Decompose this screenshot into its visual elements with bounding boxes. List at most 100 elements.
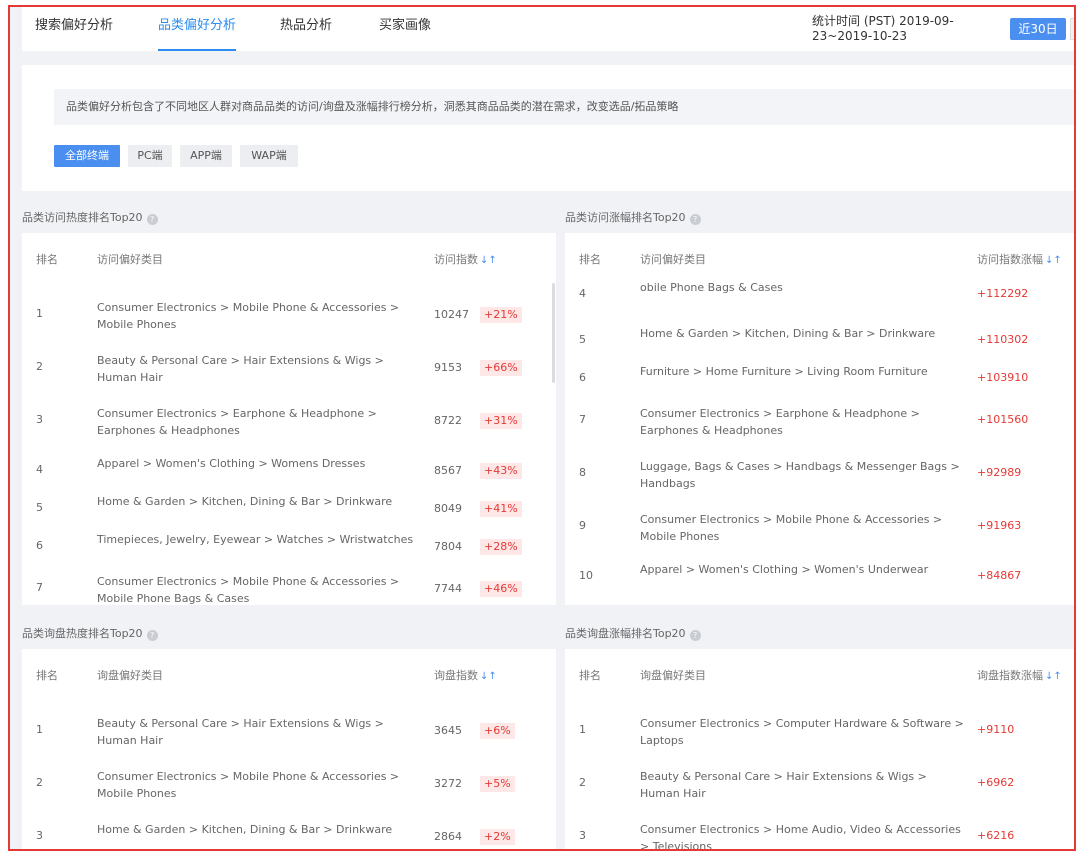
range-30d-button[interactable]: 近30日 <box>1010 18 1066 40</box>
col-visit-index[interactable]: 访问指数 ↓↑ <box>434 233 497 287</box>
row-change: +84867 <box>977 569 1022 582</box>
inquiry-hot-title-text: 品类询盘热度排名Top20 <box>22 627 143 640</box>
visit-hot-title: 品类访问热度排名Top20? <box>22 209 158 225</box>
col-rank: 排名 <box>36 669 58 682</box>
row-rank: 6 <box>36 539 43 552</box>
row-change: +92989 <box>977 466 1022 479</box>
col-inquiry-index-label: 询盘指数 <box>434 669 478 682</box>
row-category: Consumer Electronics > Mobile Phone & Ac… <box>97 301 400 331</box>
description-text: 品类偏好分析包含了不同地区人群对商品品类的访问/询盘及涨幅排行榜分析，洞悉其商品… <box>54 89 1074 125</box>
scrollbar[interactable] <box>552 283 555 383</box>
col-visit-growth[interactable]: 访问指数涨幅 ↓↑ <box>977 233 1062 287</box>
tab-buyer-profile[interactable]: 买家画像 <box>379 7 431 51</box>
row-change: +41% <box>480 501 522 517</box>
row-category: Home & Garden > Kitchen, Dining & Bar > … <box>97 495 393 508</box>
row-change: +66% <box>480 360 522 376</box>
row-rank: 5 <box>579 333 586 346</box>
row-value: 3272 <box>434 777 462 790</box>
tab-category-preference[interactable]: 品类偏好分析 <box>158 7 237 51</box>
top-tab-bar: 搜索偏好分析 品类偏好分析 热品分析 买家画像 统计时间 (PST) 2019-… <box>22 7 1074 51</box>
row-category: Beauty & Personal Care > Hair Extensions… <box>97 354 384 384</box>
filter-pc[interactable]: PC端 <box>128 145 172 167</box>
inquiry-growth-panel: 排名 询盘偏好类目 询盘指数涨幅 ↓↑ 1 Consumer Electronics… <box>565 649 1074 849</box>
row-category: Apparel > Women's Clothing > Women's Und… <box>640 563 929 576</box>
filter-all-terminals[interactable]: 全部终端 <box>54 145 120 167</box>
row-rank: 1 <box>36 307 43 320</box>
sort-icon[interactable]: ↓↑ <box>480 255 497 266</box>
row-category: Beauty & Personal Care > Hair Extensions… <box>97 717 384 747</box>
row-change: +46% <box>480 581 522 597</box>
row-category: Furniture > Home Furniture > Living Room… <box>640 365 928 378</box>
col-inquiry-growth[interactable]: 询盘指数涨幅 ↓↑ <box>977 649 1062 703</box>
row-change: +9110 <box>977 723 1015 736</box>
col-category: 询盘偏好类目 <box>640 669 706 682</box>
help-icon[interactable]: ? <box>689 630 701 641</box>
col-category: 询盘偏好类目 <box>97 669 163 682</box>
visit-hot-panel: 排名 访问偏好类目 访问指数 ↓↑ 1 Consumer Electronics >… <box>22 233 556 605</box>
row-change: +101560 <box>977 413 1029 426</box>
col-visit-index-label: 访问指数 <box>434 253 478 266</box>
col-inquiry-growth-label: 询盘指数涨幅 <box>977 669 1043 682</box>
row-category: Apparel > Women's Clothing > Womens Dres… <box>97 457 366 470</box>
col-visit-growth-label: 访问指数涨幅 <box>977 253 1043 266</box>
row-rank: 1 <box>36 723 43 736</box>
row-rank: 2 <box>36 776 43 789</box>
row-rank: 2 <box>36 360 43 373</box>
col-inquiry-index[interactable]: 询盘指数 ↓↑ <box>434 649 497 703</box>
row-change: +21% <box>480 307 522 323</box>
help-icon[interactable]: ? <box>689 214 701 225</box>
row-rank: 3 <box>36 829 43 842</box>
row-change: +91963 <box>977 519 1022 532</box>
col-rank: 排名 <box>36 253 58 266</box>
row-rank: 6 <box>579 371 586 384</box>
row-rank: 7 <box>36 581 43 594</box>
sort-icon[interactable]: ↓↑ <box>480 671 497 682</box>
tab-search-preference[interactable]: 搜索偏好分析 <box>35 7 113 51</box>
filter-wap[interactable]: WAP端 <box>240 145 298 167</box>
row-change: +31% <box>480 413 522 429</box>
row-rank: 4 <box>36 463 43 476</box>
row-category: Consumer Electronics > Mobile Phone & Ac… <box>97 770 400 800</box>
sort-icon[interactable]: ↓↑ <box>1045 671 1062 682</box>
visit-growth-panel: 排名 访问偏好类目 访问指数涨幅 ↓↑ 4 obile Phone Bags & C… <box>565 233 1074 605</box>
row-value: 3645 <box>434 724 462 737</box>
row-change: +112292 <box>977 287 1029 300</box>
row-value: 2864 <box>434 830 462 843</box>
row-value: 8567 <box>434 464 462 477</box>
row-category: Luggage, Bags & Cases > Handbags & Messe… <box>640 460 960 490</box>
row-rank: 1 <box>579 723 586 736</box>
row-category: Consumer Electronics > Earphone & Headph… <box>640 407 920 437</box>
row-value: 10247 <box>434 308 469 321</box>
row-value: 7804 <box>434 540 462 553</box>
row-category: Beauty & Personal Care > Hair Extensions… <box>640 770 927 800</box>
tab-hot-products[interactable]: 热品分析 <box>280 7 332 51</box>
help-icon[interactable]: ? <box>146 214 158 225</box>
help-icon[interactable]: ? <box>146 630 158 641</box>
row-change: +6962 <box>977 776 1015 789</box>
row-change: +28% <box>480 539 522 555</box>
row-category: obile Phone Bags & Cases <box>640 281 783 294</box>
filter-app[interactable]: APP端 <box>180 145 232 167</box>
row-rank: 9 <box>579 519 586 532</box>
range-custom-button[interactable]: 自 <box>1070 18 1074 40</box>
visit-hot-title-text: 品类访问热度排名Top20 <box>22 211 143 224</box>
row-category: Consumer Electronics > Computer Hardware… <box>640 717 964 747</box>
row-rank: 4 <box>579 287 586 300</box>
row-change: +103910 <box>977 371 1029 384</box>
row-change: +2% <box>480 829 515 845</box>
row-change: +43% <box>480 463 522 479</box>
row-category: Consumer Electronics > Earphone & Headph… <box>97 407 377 437</box>
inquiry-growth-title: 品类询盘涨幅排名Top20? <box>565 625 701 641</box>
visit-growth-title: 品类访问涨幅排名Top20? <box>565 209 701 225</box>
row-category: Timepieces, Jewelry, Eyewear > Watches >… <box>97 533 414 546</box>
inquiry-hot-panel: 排名 询盘偏好类目 询盘指数 ↓↑ 1 Beauty & Personal Care… <box>22 649 556 849</box>
row-value: 8049 <box>434 502 462 515</box>
col-rank: 排名 <box>579 669 601 682</box>
row-rank: 7 <box>579 413 586 426</box>
row-category: Home & Garden > Kitchen, Dining & Bar > … <box>640 327 936 340</box>
sort-icon[interactable]: ↓↑ <box>1045 255 1062 266</box>
screenshot-frame: 搜索偏好分析 品类偏好分析 热品分析 买家画像 统计时间 (PST) 2019-… <box>8 5 1076 851</box>
inquiry-growth-title-text: 品类询盘涨幅排名Top20 <box>565 627 686 640</box>
row-change: +6216 <box>977 829 1015 842</box>
row-change: +5% <box>480 776 515 792</box>
